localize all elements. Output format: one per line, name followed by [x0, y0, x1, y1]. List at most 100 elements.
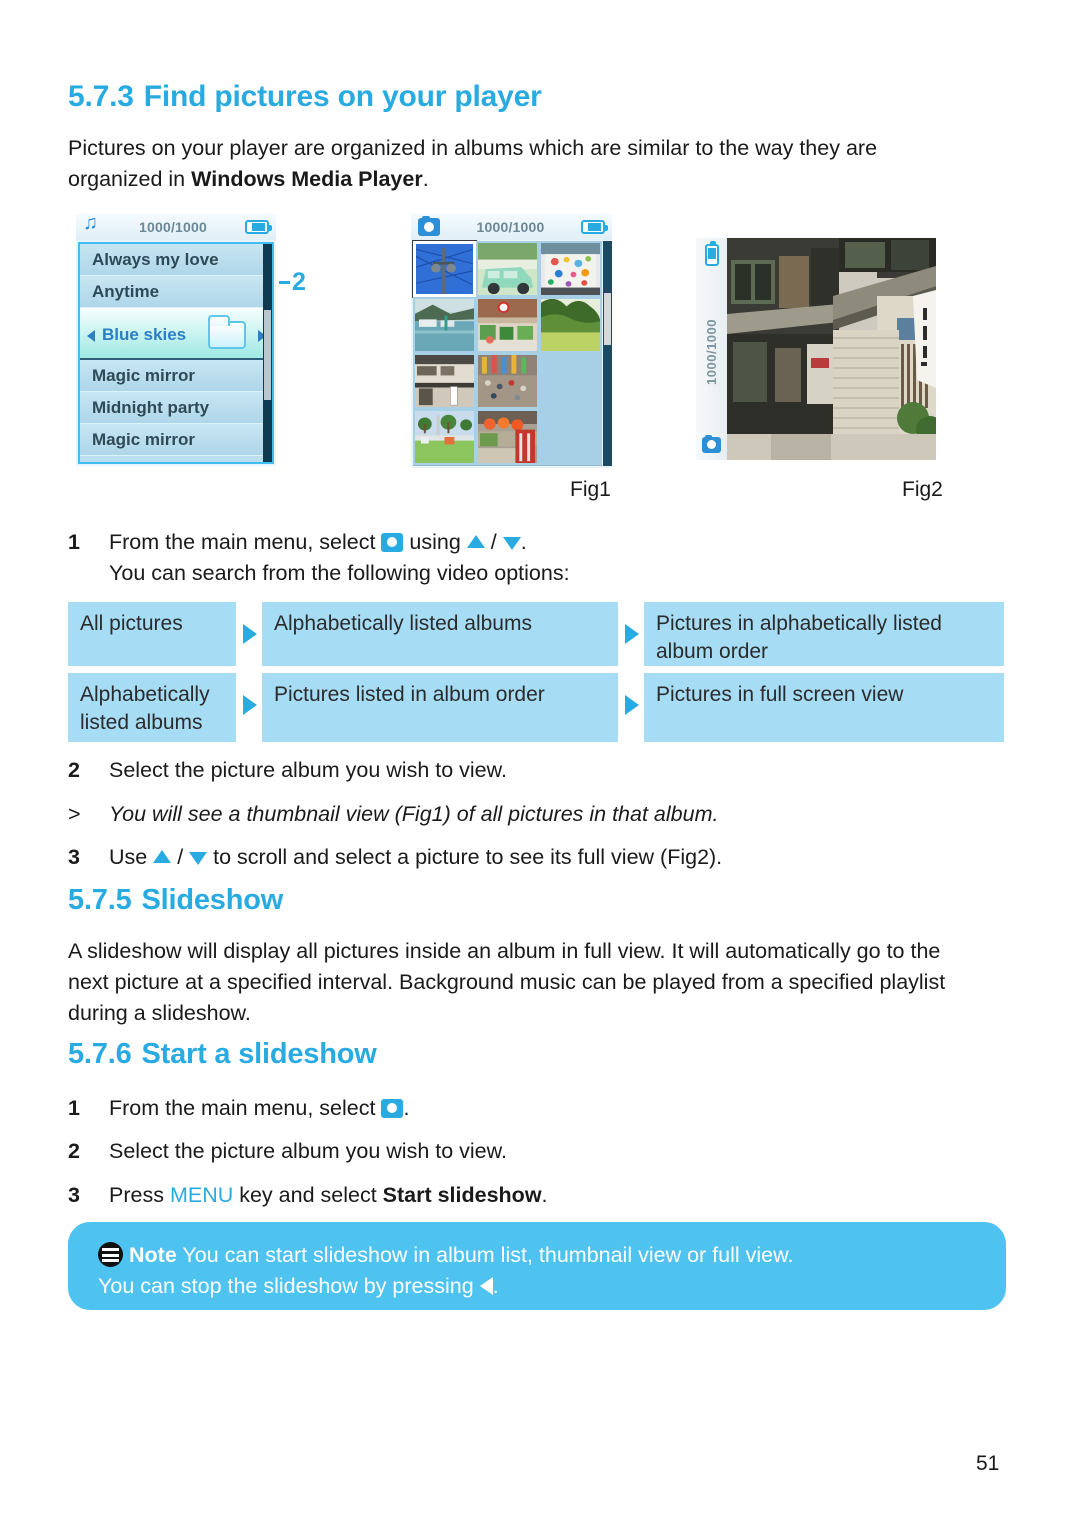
right-triangle-icon [625, 624, 639, 644]
chevron-left-icon [87, 330, 95, 342]
thumbnail-status-bar: 1000/1000 [411, 214, 612, 240]
heading-5-7-5-title: Slideshow [141, 884, 284, 916]
device-screen-full-view: 1000/1000 [696, 238, 936, 460]
list-item[interactable]: Magic mirror [80, 424, 272, 456]
step-text: Press MENU key and select Start slidesho… [109, 1180, 968, 1211]
step-number: 2 [68, 1139, 80, 1163]
thumbnail-cell-empty[interactable] [539, 409, 602, 465]
device-screen-album-list: 1000/1000 Always my love Anytime Blue sk… [76, 213, 276, 466]
thumbnail-status-count: 1000/1000 [476, 219, 545, 235]
step-text: Select the picture album you wish to vie… [109, 1139, 507, 1163]
list-item[interactable]: Magic mirror [80, 360, 272, 392]
note-line-2-pre: You can stop the slideshow by pressing [98, 1274, 480, 1298]
step-number: 1 [68, 530, 80, 554]
fullview-side-bar: 1000/1000 [696, 238, 727, 460]
thumbnail-cell[interactable] [413, 409, 476, 465]
step-text: From the main menu, select . [109, 1093, 968, 1124]
step-1-find-pictures: 1 From the main menu, select using / . Y… [68, 527, 968, 589]
thumbnail-cell[interactable] [476, 297, 539, 353]
thumbnail-cell[interactable] [476, 241, 539, 297]
step-2-find-pictures: 2 Select the picture album you wish to v… [68, 755, 968, 786]
device-screen-thumbnail-grid: 1000/1000 [411, 214, 612, 468]
step-3-start-slideshow: 3 Press MENU key and select Start slides… [68, 1180, 968, 1211]
note-callout-box: Note You can start slideshow in album li… [68, 1222, 1006, 1310]
battery-icon [704, 241, 719, 266]
thumbnail-cell[interactable] [413, 297, 476, 353]
heading-5-7-6-number: 5.7.6 [68, 1038, 132, 1070]
step-text-pre: Use [109, 845, 154, 869]
down-triangle-icon [502, 536, 521, 550]
right-triangle-icon [243, 695, 257, 715]
fullview-photo [727, 238, 936, 460]
up-triangle-icon [153, 849, 172, 863]
intro-paragraph: Pictures on your player are organized in… [68, 133, 968, 195]
battery-icon [580, 220, 608, 234]
slideshow-line-3: during a slideshow. [68, 1001, 251, 1025]
manual-page: 5.7.3 Find pictures on your player Pictur… [0, 0, 1080, 1527]
step-text-sep: / [484, 530, 503, 554]
camera-icon [702, 434, 721, 453]
thumbnail-cell-selected[interactable] [412, 240, 477, 298]
scrollbar[interactable] [263, 244, 272, 462]
step-3-find-pictures: 3 Use / to scroll and select a picture t… [68, 842, 968, 873]
result-marker: > [68, 802, 81, 826]
step-text-bold: Start slideshow [382, 1183, 542, 1207]
figure-label-fig2: Fig2 [902, 478, 943, 501]
note-label: Note [129, 1243, 177, 1267]
list-item[interactable]: Always my love [80, 244, 272, 276]
slideshow-line-1: A slideshow will display all pictures in… [68, 939, 941, 963]
list-item[interactable]: Midnight party [80, 392, 272, 424]
camera-icon [381, 1099, 404, 1118]
album-list[interactable]: Always my love Anytime Blue skies Magic … [78, 242, 274, 464]
right-triangle-icon [243, 624, 257, 644]
intro-line-2-pre: organized in [68, 167, 192, 191]
step-text-pre: Press [109, 1183, 170, 1207]
step-text-pre: From the main menu, select [109, 530, 382, 554]
step-text: Select the picture album you wish to vie… [109, 758, 507, 782]
step-result-note: > You will see a thumbnail view (Fig1) o… [68, 799, 968, 830]
up-triangle-icon [466, 534, 485, 548]
table-cell-r2c3: Pictures in full screen view [644, 673, 1004, 742]
step-number: 1 [68, 1096, 80, 1120]
callout-leader-line [279, 281, 290, 284]
thumbnail-grid[interactable] [412, 240, 602, 466]
list-item-selected[interactable]: Blue skies [80, 308, 272, 360]
battery-icon [244, 220, 272, 234]
figure-label-fig1: Fig1 [570, 478, 611, 501]
heading-5-7-5-number: 5.7.5 [68, 884, 132, 916]
slideshow-line-2: next picture at a specified interval. Ba… [68, 970, 946, 994]
scrollbar[interactable] [603, 241, 612, 466]
step-text: From the main menu, select using / . You… [109, 527, 968, 589]
list-item-label: Anytime [92, 282, 160, 301]
camera-icon [418, 216, 440, 236]
folder-icon [208, 315, 246, 349]
callout-marker-2: 2 [279, 268, 306, 297]
step-text-sep: / [171, 845, 190, 869]
thumbnail-cell[interactable] [539, 297, 602, 353]
intro-line-2-post: . [422, 167, 429, 191]
thumbnail-cell[interactable] [476, 353, 539, 409]
step-2-start-slideshow: 2 Select the picture album you wish to v… [68, 1136, 968, 1167]
thumbnail-cell-empty[interactable] [539, 353, 602, 409]
table-cell-r2c2: Pictures listed in album order [262, 673, 618, 742]
thumbnail-cell[interactable] [413, 353, 476, 409]
left-triangle-icon [479, 1277, 493, 1296]
scrollbar-thumb[interactable] [264, 310, 271, 400]
list-item-label: Magic mirror [92, 366, 195, 385]
intro-line-1: Pictures on your player are organized in… [68, 136, 878, 160]
album-status-count: 1000/1000 [139, 219, 207, 235]
step-text-post: . [520, 530, 527, 554]
heading-5-7-3-number: 5.7.3 [68, 80, 134, 113]
thumbnail-cell[interactable] [539, 241, 602, 297]
step-text-line-2: You can search from the following video … [109, 561, 570, 585]
right-triangle-icon [625, 695, 639, 715]
thumbnail-cell[interactable] [476, 409, 539, 465]
step-text-post: . [541, 1183, 548, 1207]
heading-5-7-6-title: Start a slideshow [141, 1038, 377, 1070]
page-number: 51 [976, 1452, 1000, 1475]
note-line-1: You can start slideshow in album list, t… [176, 1243, 794, 1267]
list-item[interactable]: Anytime [80, 276, 272, 308]
scrollbar-thumb[interactable] [604, 293, 611, 345]
heading-5-7-3-title: Find pictures on your player [143, 80, 542, 113]
table-cell-r1c1: All pictures [68, 602, 236, 666]
